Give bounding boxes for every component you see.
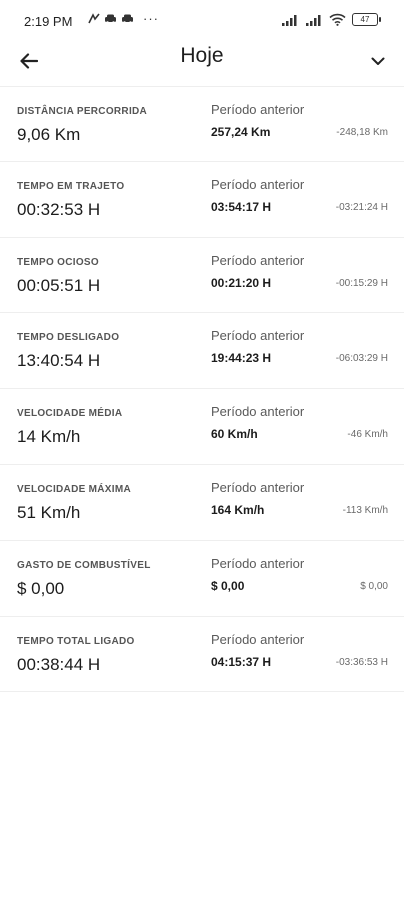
metric-row-off-time: TEMPO DESLIGADO 13:40:54 H Período anter…	[0, 313, 404, 390]
previous-period-value: $ 0,00	[211, 578, 245, 593]
metric-value: 00:32:53 H	[17, 199, 101, 219]
metric-difference: -113 Km/h	[342, 504, 388, 516]
car-notification-icon	[122, 14, 133, 24]
previous-period-value: 03:54:17 H	[211, 199, 272, 214]
previous-period-value: 164 Km/h	[211, 502, 265, 517]
metric-difference: -248,18 Km	[336, 127, 388, 138]
metric-difference: -03:36:53 H	[335, 656, 388, 668]
metric-label: TEMPO EM TRAJETO	[17, 180, 125, 192]
car-notification-icon	[105, 14, 116, 24]
previous-period-label: Período anterior	[211, 555, 305, 571]
period-dropdown-button[interactable]	[364, 47, 392, 75]
page-title: Hoje	[180, 44, 224, 67]
battery-icon: 47	[352, 13, 381, 26]
metric-label: DISTÂNCIA PERCORRIDA	[17, 106, 148, 117]
metric-value: 51 Km/h	[17, 502, 81, 522]
previous-period-label: Período anterior	[211, 404, 305, 420]
metric-row-travel-time: TEMPO EM TRAJETO 00:32:53 H Período ante…	[0, 162, 404, 238]
metric-value: $ 0,00	[17, 578, 65, 598]
metric-row-idle-time: TEMPO OCIOSO 00:05:51 H Período anterior…	[0, 238, 404, 314]
previous-period-label: Período anterior	[211, 328, 305, 344]
more-notifications-icon: ···	[143, 11, 159, 26]
metric-value: 9,06 Km	[17, 125, 81, 144]
status-bar: 2:19 PM ··· 47	[0, 0, 404, 38]
system-icons: 47	[281, 13, 381, 26]
previous-period-label: Período anterior	[211, 252, 305, 268]
battery-level: 47	[360, 15, 370, 24]
metric-label: TEMPO OCIOSO	[17, 256, 99, 268]
metric-row-max-speed: VELOCIDADE MÁXIMA 51 Km/h Período anteri…	[0, 465, 404, 541]
previous-period-label: Período anterior	[211, 631, 305, 647]
metric-row-distance: DISTÂNCIA PERCORRIDA 9,06 Km Período ant…	[0, 86, 404, 162]
metric-label: TEMPO TOTAL LIGADO	[17, 635, 135, 647]
metric-row-fuel-cost: GASTO DE COMBUSTÍVEL $ 0,00 Período ante…	[0, 541, 404, 617]
metric-value: 14 Km/h	[17, 427, 81, 447]
metrics-list: DISTÂNCIA PERCORRIDA 9,06 Km Período ant…	[0, 86, 404, 693]
previous-period-value: 00:21:20 H	[211, 275, 272, 290]
previous-period-label: Período anterior	[211, 176, 305, 192]
previous-period-label: Período anterior	[211, 102, 305, 117]
signal-icon	[282, 14, 297, 26]
metric-difference: -46 Km/h	[347, 429, 388, 441]
metric-difference: -03:21:24 H	[335, 201, 388, 213]
chevron-down-icon	[371, 57, 385, 65]
metric-value: 13:40:54 H	[17, 351, 101, 371]
signal-icon	[306, 14, 321, 26]
metric-label: VELOCIDADE MÁXIMA	[17, 483, 131, 495]
metric-value: 00:05:51 H	[17, 275, 101, 295]
metric-value: 00:38:44 H	[17, 654, 101, 674]
app-header: Hoje	[0, 38, 404, 86]
previous-period-label: Período anterior	[211, 479, 305, 495]
previous-period-value: 60 Km/h	[211, 427, 258, 442]
notification-icons	[88, 13, 134, 24]
route-notification-icon	[88, 13, 100, 24]
metric-label: TEMPO DESLIGADO	[17, 332, 120, 344]
previous-period-value: 257,24 Km	[211, 125, 271, 139]
metric-difference: -06:03:29 H	[335, 353, 388, 365]
metric-row-total-on-time: TEMPO TOTAL LIGADO 00:38:44 H Período an…	[0, 617, 404, 693]
metric-difference: -00:15:29 H	[335, 277, 388, 289]
status-time: 2:19 PM	[24, 14, 73, 29]
metric-label: GASTO DE COMBUSTÍVEL	[17, 559, 151, 571]
metric-row-average-speed: VELOCIDADE MÉDIA 14 Km/h Período anterio…	[0, 389, 404, 465]
metric-difference: $ 0,00	[360, 580, 388, 592]
previous-period-value: 19:44:23 H	[211, 351, 272, 366]
wifi-icon	[329, 13, 346, 26]
metric-label: VELOCIDADE MÉDIA	[17, 408, 123, 420]
previous-period-value: 04:15:37 H	[211, 654, 272, 669]
